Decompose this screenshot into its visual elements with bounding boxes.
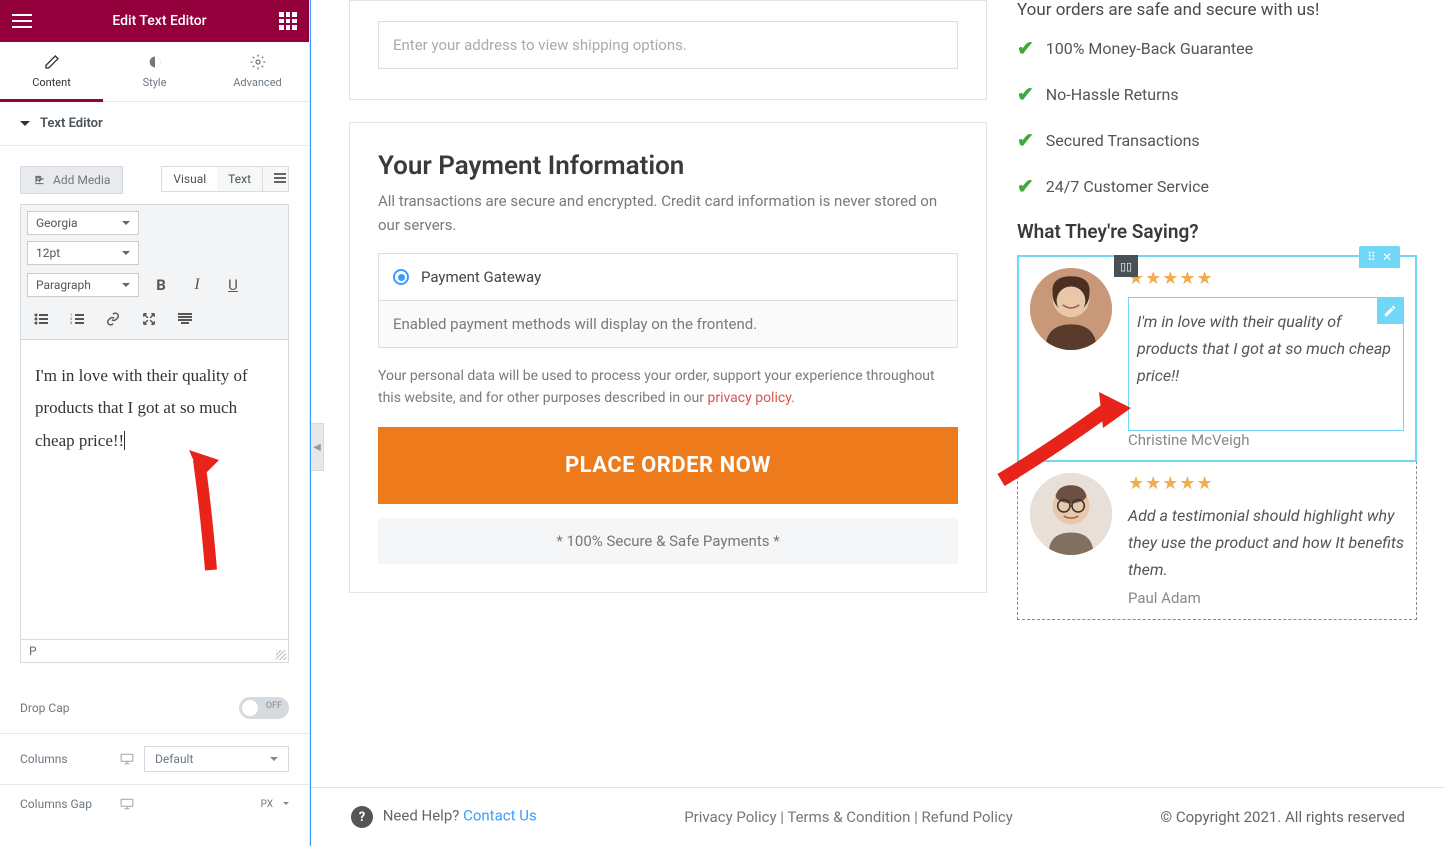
- secure-payments-note: * 100% Secure & Safe Payments *: [378, 518, 958, 564]
- trust-item: ✔24/7 Customer Service: [1017, 174, 1417, 198]
- testimonial-text: I'm in love with their quality of produc…: [1137, 308, 1395, 390]
- help-icon: ?: [351, 806, 373, 828]
- italic-button[interactable]: I: [183, 271, 211, 299]
- check-icon: ✔: [1017, 174, 1034, 198]
- toolbar-toggle-icon[interactable]: [262, 167, 288, 191]
- panel-title: Edit Text Editor: [40, 13, 279, 29]
- testimonial[interactable]: ⠿ ✕ ▯▯ ★★★★★: [1018, 256, 1416, 461]
- page-footer: ? Need Help? Contact Us Privacy Policy |…: [311, 787, 1445, 846]
- annotation-arrow-icon: [161, 450, 241, 580]
- star-rating: ★★★★★: [1128, 473, 1404, 494]
- caret-down-icon: [20, 121, 30, 131]
- text-editor-widget[interactable]: I'm in love with their quality of produc…: [1128, 297, 1404, 431]
- tab-content[interactable]: Content: [0, 42, 103, 102]
- check-icon: ✔: [1017, 36, 1034, 60]
- testimonial[interactable]: ★★★★★ Add a testimonial should highlight…: [1018, 461, 1416, 620]
- radio-icon: [393, 269, 409, 285]
- trust-item: ✔Secured Transactions: [1017, 128, 1417, 152]
- trust-item: ✔No-Hassle Returns: [1017, 82, 1417, 106]
- panel-header: Edit Text Editor: [0, 0, 309, 42]
- what-saying-heading: What They're Saying?: [1017, 220, 1417, 243]
- testimonial-author: Christine McVeigh: [1128, 431, 1404, 449]
- editor-mode-tabs: Visual Text: [161, 166, 289, 192]
- privacy-policy-link[interactable]: privacy policy: [707, 390, 791, 406]
- panel-collapse-button[interactable]: ◀: [310, 423, 324, 471]
- menu-icon[interactable]: [12, 14, 32, 28]
- check-icon: ✔: [1017, 82, 1034, 106]
- pencil-icon: [44, 54, 60, 70]
- preview-area: ◀ Enter your address to view shipping op…: [310, 0, 1445, 846]
- contact-us-link[interactable]: Contact Us: [463, 807, 537, 825]
- bullet-list-button[interactable]: [27, 305, 55, 333]
- toolbar-more-button[interactable]: [171, 305, 199, 333]
- visual-tab[interactable]: Visual: [162, 167, 217, 191]
- edit-pencil-icon[interactable]: [1377, 298, 1403, 324]
- drag-handle-icon[interactable]: ⠿: [1367, 250, 1376, 264]
- add-media-button[interactable]: Add Media: [20, 166, 123, 194]
- panel-tabs: Content Style Advanced: [0, 42, 309, 102]
- size-select[interactable]: 12pt: [27, 241, 139, 265]
- bold-button[interactable]: B: [147, 271, 175, 299]
- footer-copyright: © Copyright 2021. All rights reserved: [1160, 808, 1405, 826]
- format-select[interactable]: Paragraph: [27, 273, 139, 297]
- drop-cap-toggle[interactable]: [239, 697, 289, 719]
- avatar: [1030, 268, 1112, 350]
- column-handle-icon[interactable]: ▯▯: [1114, 255, 1138, 277]
- media-icon: [33, 173, 47, 187]
- tab-advanced[interactable]: Advanced: [206, 42, 309, 101]
- widgets-icon[interactable]: [279, 12, 297, 30]
- star-rating: ★★★★★: [1128, 268, 1404, 289]
- text-tab[interactable]: Text: [217, 167, 262, 191]
- close-icon[interactable]: ✕: [1382, 250, 1392, 264]
- address-input[interactable]: Enter your address to view shipping opti…: [378, 21, 958, 69]
- desktop-icon: [120, 798, 134, 810]
- payment-card: Your Payment Information All transaction…: [349, 122, 987, 593]
- columns-gap-row: Columns Gap PX: [0, 784, 309, 823]
- desktop-icon: [120, 753, 134, 765]
- unit-label[interactable]: PX: [261, 799, 273, 810]
- privacy-text: Your personal data will be used to proce…: [378, 366, 958, 409]
- side-column: Your orders are safe and secure with us!…: [1017, 0, 1417, 770]
- svg-text:3: 3: [70, 320, 72, 325]
- testimonials-section[interactable]: ⠿ ✕ ▯▯ ★★★★★: [1017, 255, 1417, 620]
- drop-cap-row: Drop Cap: [0, 683, 309, 733]
- element-toolbar: ⠿ ✕: [1359, 246, 1400, 268]
- underline-button[interactable]: U: [219, 271, 247, 299]
- columns-row: Columns Default: [0, 733, 309, 784]
- numbered-list-button[interactable]: 123: [63, 305, 91, 333]
- gear-icon: [250, 54, 266, 70]
- editor-controls: Add Media Visual Text Georgia 12pt: [0, 146, 309, 683]
- footer-links[interactable]: Privacy Policy | Terms & Condition | Ref…: [684, 808, 1013, 826]
- testimonial-text: Add a testimonial should highlight why t…: [1128, 502, 1404, 584]
- font-select[interactable]: Georgia: [27, 211, 139, 235]
- link-button[interactable]: [99, 305, 127, 333]
- check-icon: ✔: [1017, 128, 1034, 152]
- wysiwyg-toolbar: Georgia 12pt Paragraph B I U 123: [20, 204, 289, 340]
- text-editor-input[interactable]: I'm in love with their quality of produc…: [20, 340, 289, 640]
- elementor-panel: Edit Text Editor Content Style Advanced …: [0, 0, 310, 846]
- payment-info: Enabled payment methods will display on …: [378, 301, 958, 348]
- style-icon: [147, 54, 163, 70]
- payment-gateway-option[interactable]: Payment Gateway: [378, 253, 958, 301]
- tab-style[interactable]: Style: [103, 42, 206, 101]
- main-column: Enter your address to view shipping opti…: [349, 0, 987, 770]
- trust-item: ✔100% Money-Back Guarantee: [1017, 36, 1417, 60]
- drop-cap-label: Drop Cap: [20, 701, 69, 715]
- place-order-button[interactable]: PLACE ORDER NOW: [378, 427, 958, 504]
- safe-heading: Your orders are safe and secure with us!: [1017, 0, 1417, 20]
- section-header[interactable]: Text Editor: [0, 102, 309, 146]
- footer-help: ? Need Help? Contact Us: [351, 806, 537, 828]
- columns-select[interactable]: Default: [144, 746, 289, 772]
- fullscreen-button[interactable]: [135, 305, 163, 333]
- payment-heading: Your Payment Information: [378, 151, 958, 181]
- editor-status-bar: P: [20, 640, 289, 663]
- avatar: [1030, 473, 1112, 555]
- payment-subtext: All transactions are secure and encrypte…: [378, 189, 958, 237]
- testimonial-author: Paul Adam: [1128, 589, 1404, 607]
